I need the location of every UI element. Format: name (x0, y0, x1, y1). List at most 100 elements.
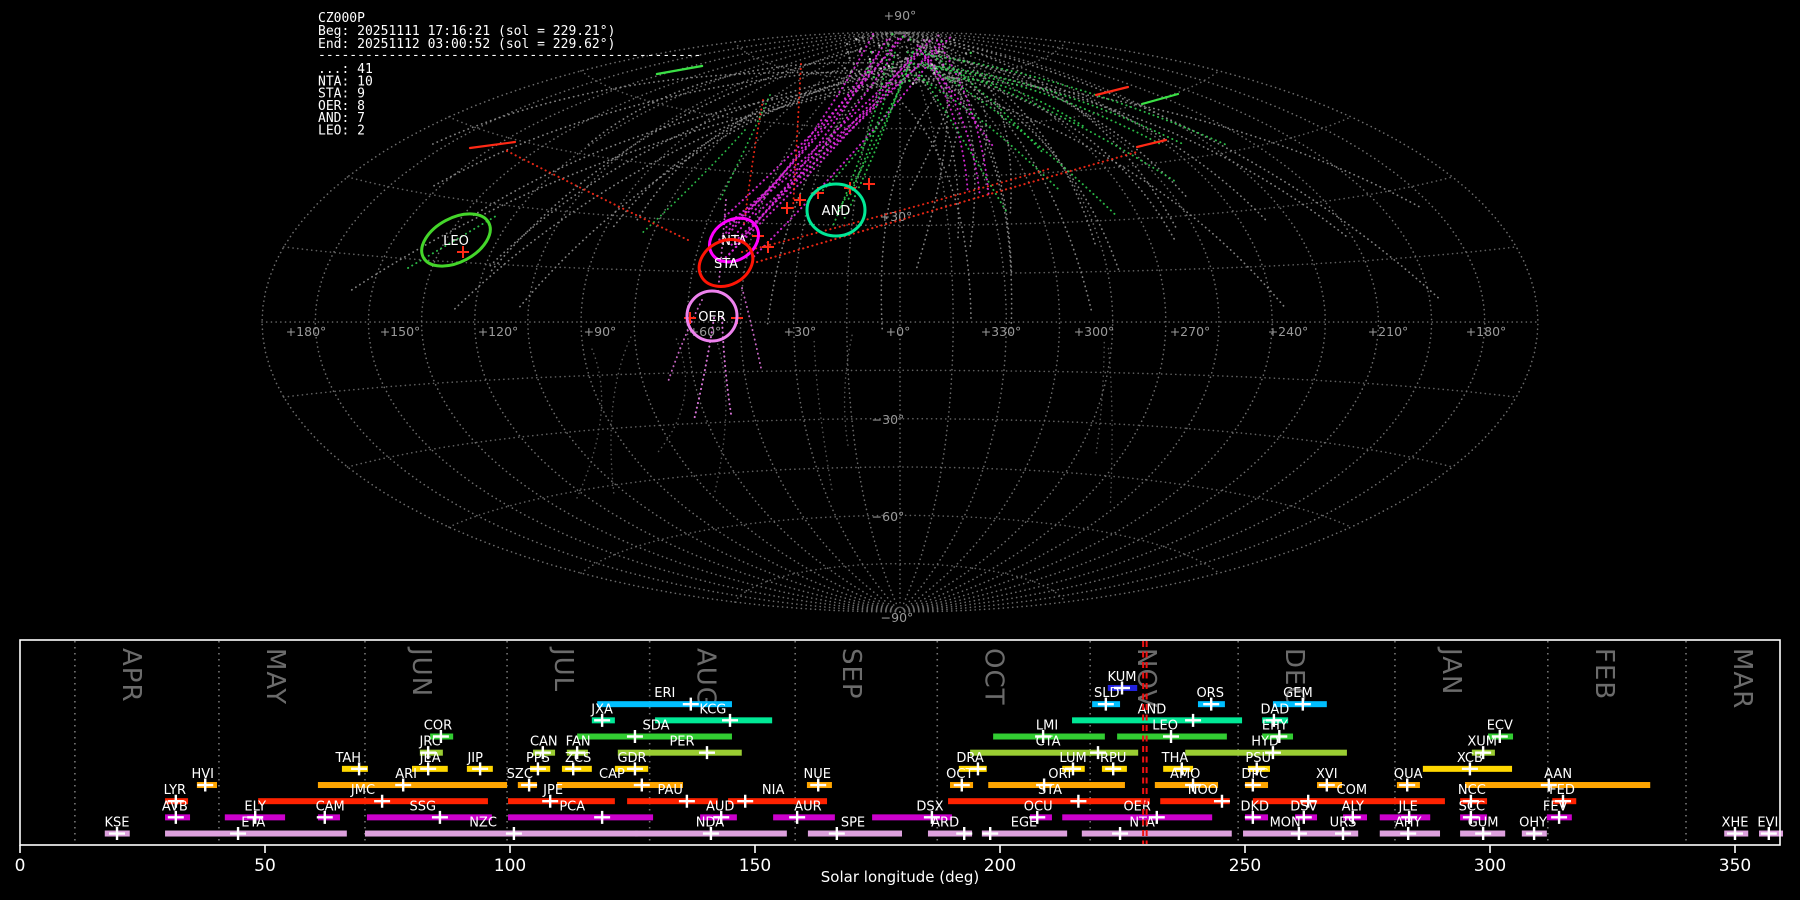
legend-separator: ----------------------------------------… (318, 48, 702, 63)
shower-EVI: EVI (1757, 816, 1784, 841)
shower-bar-MON (1243, 830, 1336, 837)
month-label-JAN: JAN (1436, 646, 1466, 695)
shower-label-AHY: AHY (1395, 816, 1422, 831)
x-axis-tick-label: 0 (15, 856, 26, 876)
shower-label-SLD: SLD (1094, 686, 1120, 701)
shower-label-XUM: XUM (1467, 735, 1497, 750)
shower-label-ORS: ORS (1196, 686, 1224, 701)
radiant-plot-app: +180° +150° +120° +90° +60° +30° +0° +330° +300°… (0, 0, 1800, 900)
shower-label-SZC: SZC (507, 767, 533, 782)
shower-label-ETA: ETA (241, 816, 265, 831)
shower-label-ELY: ELY (244, 799, 266, 814)
radiant-label-LEO: LEO (443, 234, 469, 249)
shower-XHE: XHE (1722, 816, 1749, 841)
x-axis-tick-label: 100 (494, 856, 526, 876)
shower-label-PSU: PSU (1245, 751, 1271, 766)
shower-label-NCC: NCC (1458, 783, 1486, 798)
shower-label-SDA: SDA (643, 719, 670, 734)
shower-label-PER: PER (669, 735, 694, 750)
shower-label-CAM: CAM (316, 799, 345, 814)
month-label-FEB: FEB (1589, 648, 1619, 700)
shower-HVI: HVI (192, 767, 217, 792)
shower-label-ORI: ORI (1048, 767, 1071, 782)
shower-label-SSG: SSG (409, 799, 436, 814)
lon-grid-label: +150° (380, 324, 421, 339)
shower-NDA: NDA (634, 816, 787, 841)
lat-grid-label: −60° (872, 509, 905, 524)
shower-SZC: SZC (507, 767, 538, 792)
shower-peak-marker-PCA (594, 810, 611, 824)
lon-grid-label: +270° (1170, 324, 1211, 339)
shower-label-GDR: GDR (617, 751, 646, 766)
lon-grid-label: +300° (1074, 324, 1115, 339)
shower-label-ZCS: ZCS (565, 751, 591, 766)
shower-XCB: XCB (1422, 751, 1513, 776)
shower-label-ALY: ALY (1342, 799, 1364, 814)
shower-bar-KCG (655, 717, 773, 724)
shower-GUM: GUM (1460, 816, 1506, 841)
month-label-SEP: SEP (836, 648, 866, 700)
pole-bottom-label: −90° (881, 610, 914, 625)
lon-grid-label: +120° (478, 324, 519, 339)
shower-JIP: JIP (466, 751, 493, 776)
shower-label-QUA: QUA (1394, 767, 1423, 782)
shower-bar-PCA (508, 814, 654, 821)
shower-JXA: JXA (590, 702, 615, 727)
shower-peak-marker-EGE (982, 827, 999, 841)
shower-bar-ARI (317, 782, 508, 789)
shower-label-JMC: JMC (350, 783, 375, 798)
radiant-label-OER: OER (698, 310, 725, 325)
x-axis-tick-label: 150 (739, 856, 771, 876)
shower-peak-marker-CAP (633, 778, 650, 792)
shower-DPC: DPC (1241, 767, 1268, 792)
shower-SLD: SLD (1092, 686, 1121, 711)
x-axis-tick-label: 250 (1229, 856, 1261, 876)
shower-bar-ETA (165, 830, 347, 837)
shower-RPU: RPU (1100, 751, 1127, 776)
radiant-LEO: LEO (420, 212, 492, 268)
shower-URS: URS (1330, 816, 1359, 841)
shower-label-THA: THA (1161, 751, 1189, 766)
month-label-JUL: JUL (548, 646, 578, 692)
shower-label-FED: FED (1549, 783, 1575, 798)
lon-grid-label: +330° (981, 324, 1022, 339)
month-label-OCT: OCT (978, 648, 1008, 706)
shower-label-SCC: SCC (1459, 799, 1485, 814)
shower-label-AAN: AAN (1544, 767, 1572, 782)
shower-bar-NZC (364, 830, 638, 837)
shower-label-NOO: NOO (1188, 783, 1218, 798)
shower-label-NZC: NZC (469, 816, 497, 831)
shower-label-STA: STA (1038, 783, 1062, 798)
lat-grid-label: −30° (872, 412, 905, 427)
shower-bar-SPE (807, 830, 902, 837)
shower-label-HYD: HYD (1251, 735, 1279, 750)
shower-peak-marker-STA (1070, 794, 1087, 808)
shower-label-DKD: DKD (1241, 799, 1270, 814)
shower-label-DRA: DRA (956, 751, 984, 766)
shower-ORS: ORS (1196, 686, 1225, 711)
shower-KSE: KSE (105, 816, 130, 841)
shower-label-AVB: AVB (162, 799, 188, 814)
shower-bar-JMC (258, 798, 488, 805)
shower-OHY: OHY (1519, 816, 1547, 841)
legend-count-LEO: LEO: 2 (318, 124, 365, 139)
shower-label-JEA: JEA (419, 751, 441, 766)
shower-label-XHE: XHE (1722, 816, 1749, 831)
shower-TAH: TAH (334, 751, 368, 776)
shower-label-DSV: DSV (1290, 799, 1317, 814)
shower-peak-marker-NTA (1112, 827, 1129, 841)
radiant-label-STA: STA (714, 257, 738, 272)
month-label-APR: APR (116, 648, 146, 703)
shower-ZCS: ZCS (561, 751, 592, 776)
shower-DKD: DKD (1241, 799, 1270, 824)
shower-label-DSX: DSX (916, 799, 943, 814)
shower-ARD: ARD (927, 816, 973, 841)
shower-label-SPE: SPE (841, 816, 865, 831)
x-axis-tick-label: 50 (254, 856, 276, 876)
activity-timeline: APR MAY JUN JUL AUG SEP OCT NOV DEC JAN FEB MARKUME… (15, 639, 1784, 876)
shower-label-HVI: HVI (192, 767, 215, 782)
shower-peak-marker-NIA (737, 794, 754, 808)
shower-count-list: ...: 41NTA: 10STA: 9OER: 8AND: 7LEO: 2 (318, 62, 373, 139)
lon-grid-label: +180° (286, 324, 327, 339)
month-label-AUG: AUG (691, 648, 721, 708)
